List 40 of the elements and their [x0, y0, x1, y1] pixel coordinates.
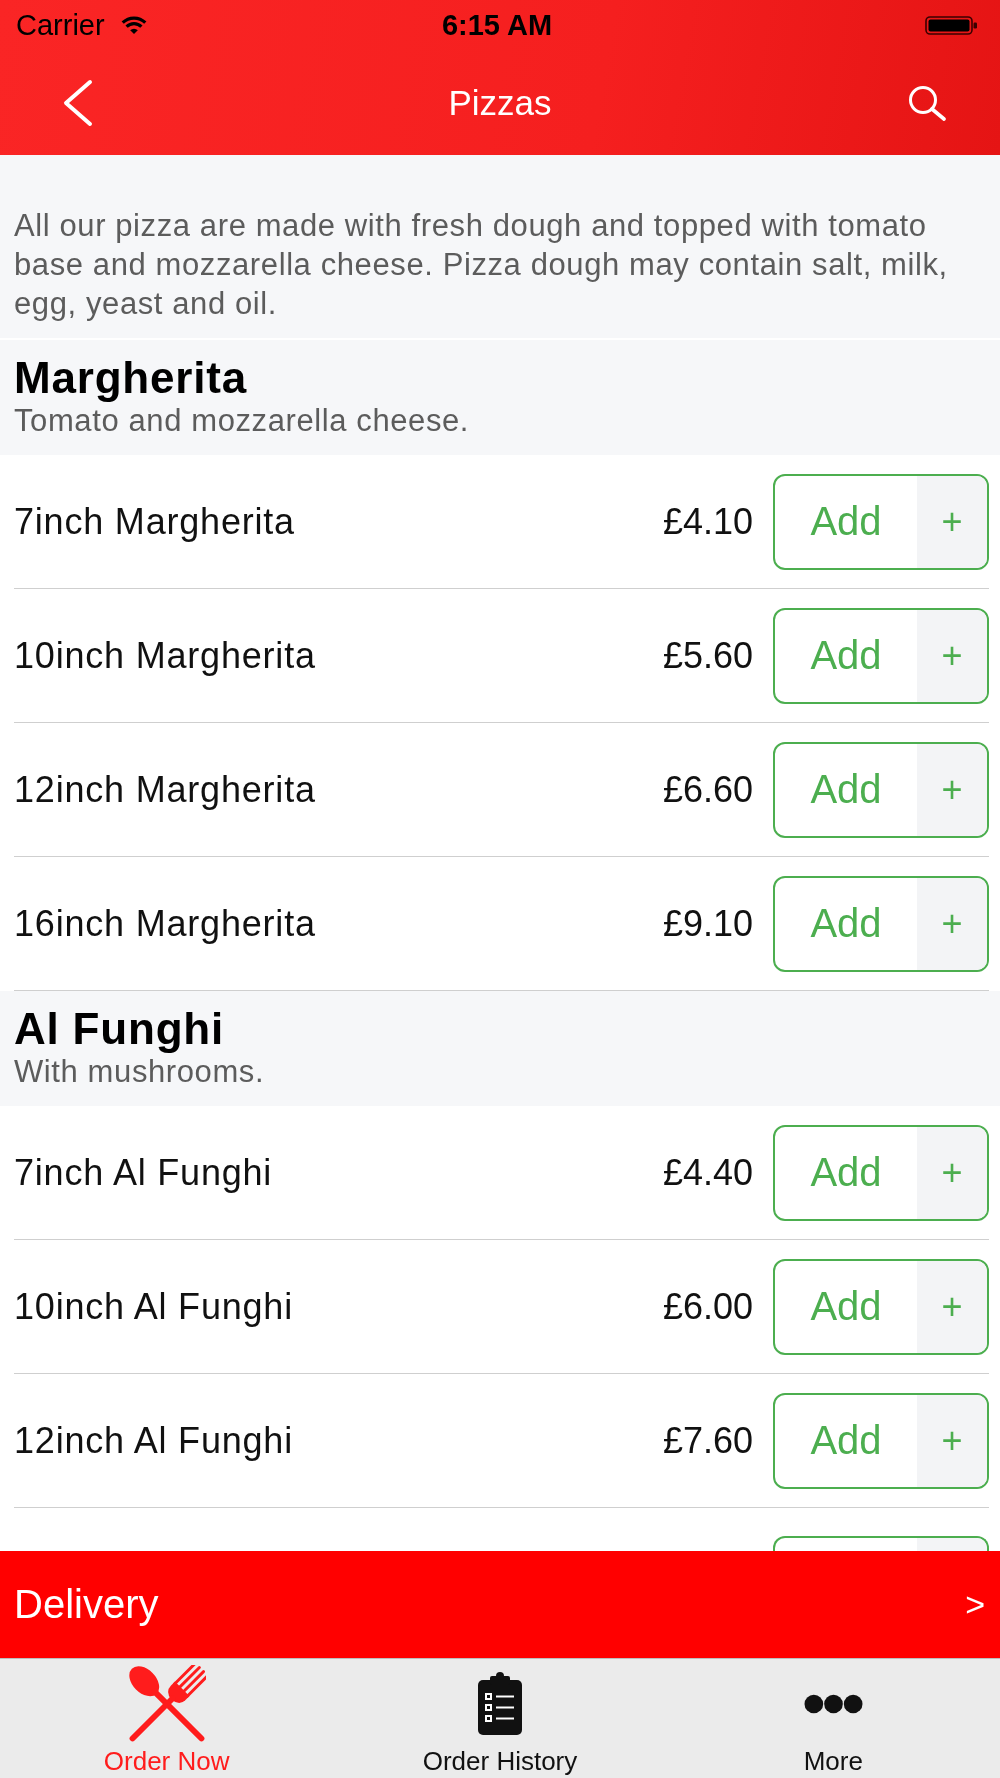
wifi-icon: [120, 15, 147, 35]
section-title: Al Funghi: [14, 1004, 226, 1054]
intro-text: All our pizza are made with fresh dough and topped with tomato base and mozzarella cheese. Pizza dough may contain salt, milk, egg, yeast and oil.: [14, 207, 949, 323]
add-button[interactable]: [773, 1536, 989, 1551]
nav-title: Pizzas: [448, 81, 552, 124]
add-button[interactable]: Add +: [773, 1258, 989, 1355]
battery-icon: [925, 15, 978, 35]
item-name: 12inch Margherita: [14, 768, 317, 811]
item-name: 12inch Al Funghi: [14, 1419, 294, 1462]
item-price: £5.60: [662, 634, 753, 677]
tab-bar-item[interactable]: Order Now: [0, 1659, 334, 1778]
add-button[interactable]: Add +: [773, 473, 989, 570]
tab-bar-item[interactable]: More: [666, 1659, 1000, 1778]
item-name: 10inch Al Funghi: [14, 1285, 294, 1328]
item-name: 10inch Margherita: [14, 634, 317, 677]
item-price: £7.60: [662, 1419, 753, 1462]
item-name: 7inch Al Funghi: [14, 1151, 274, 1194]
add-button[interactable]: Add +: [773, 1124, 989, 1221]
item-price: £6.60: [662, 768, 753, 811]
add-button[interactable]: Add +: [773, 875, 989, 972]
section-description: With mushrooms.: [14, 1054, 266, 1090]
item-price: £6.00: [662, 1285, 753, 1328]
back-icon[interactable]: [62, 78, 94, 127]
section-title: Margherita: [14, 353, 248, 403]
carrier-text: Carrier: [16, 8, 105, 42]
clipboard-icon: [476, 1672, 524, 1736]
add-button[interactable]: Add +: [773, 741, 989, 838]
item-price: £4.40: [662, 1151, 753, 1194]
add-button[interactable]: Add +: [773, 1392, 989, 1489]
delivery-button[interactable]: Delivery >: [0, 1551, 1000, 1658]
add-button[interactable]: Add +: [773, 607, 989, 704]
tab-bar-item[interactable]: Order History: [333, 1659, 667, 1778]
item-price: £4.10: [662, 500, 753, 543]
spoon-fork-icon: [127, 1665, 206, 1743]
item-name: 16inch Margherita: [14, 902, 317, 945]
more-icon: [803, 1694, 863, 1714]
item-price: £9.10: [662, 902, 753, 945]
item-name: 7inch Margherita: [14, 500, 296, 543]
status-time: 6:15 AM: [441, 8, 553, 42]
section-description: Tomato and mozzarella cheese.: [14, 403, 471, 439]
